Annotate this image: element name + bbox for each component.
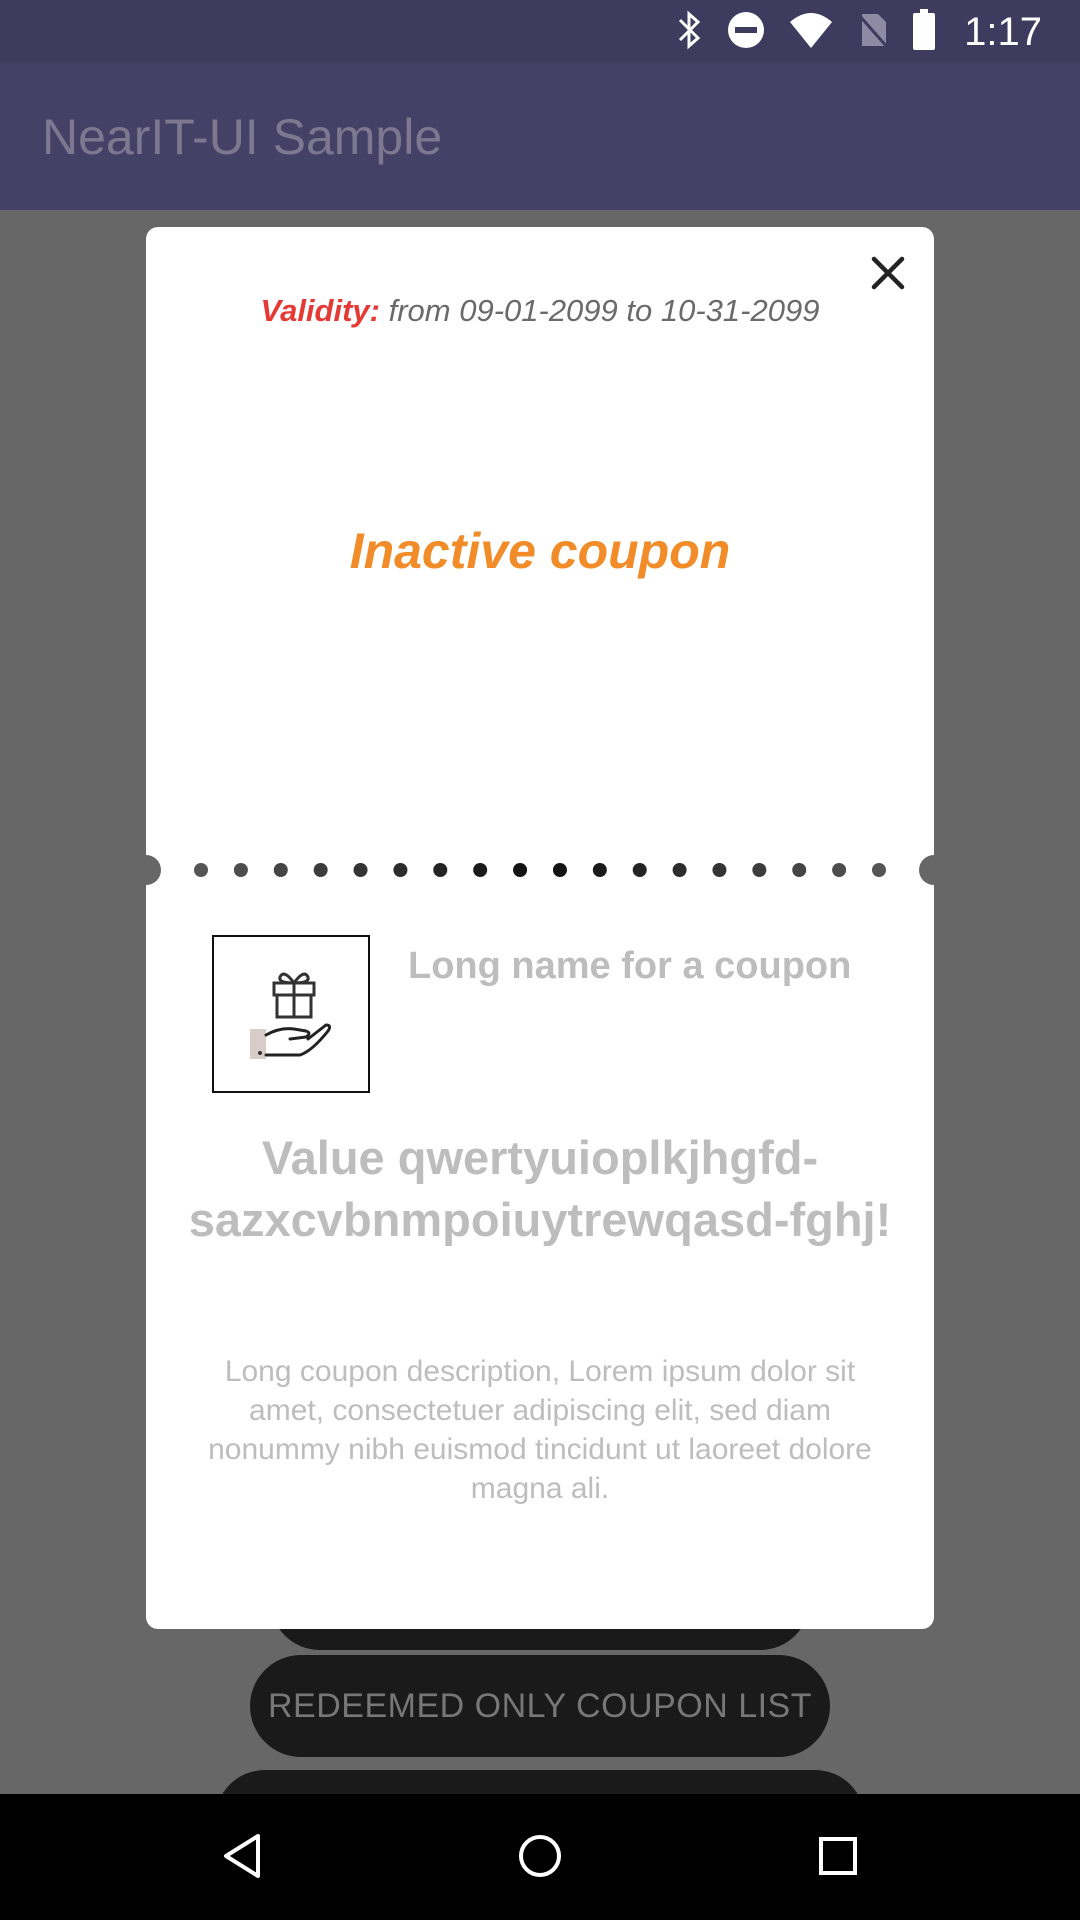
home-icon (519, 1835, 561, 1877)
perforation-dot (592, 863, 607, 877)
do-not-disturb-icon (726, 10, 766, 55)
gift-in-hand-icon (250, 972, 332, 1059)
status-time: 1:17 (964, 9, 1042, 54)
back-icon (224, 1834, 260, 1878)
no-sim-icon (856, 10, 890, 55)
background-button-bottom[interactable] (215, 1770, 865, 1794)
perforation-dot (194, 863, 208, 877)
perforation-dot (273, 863, 288, 877)
perforation-dot (672, 863, 687, 877)
validity-label: Validity: (260, 293, 380, 328)
coupon-icon-box (212, 935, 370, 1093)
coupon-description: Long coupon description, Lorem ipsum dol… (208, 1355, 872, 1505)
recents-button[interactable] (806, 1824, 870, 1888)
bluetooth-icon (676, 10, 704, 55)
perforation-dot (473, 863, 488, 877)
back-button[interactable] (210, 1824, 274, 1888)
perforation-divider (131, 855, 949, 885)
validity-range: from 09-01-2099 to 10-31-2099 (379, 293, 820, 328)
perforation-dot (313, 863, 328, 877)
perforation-dot (433, 863, 448, 877)
status-bar: 1:17 (0, 0, 1080, 63)
app-bar: NearIT-UI Sample (0, 63, 1080, 210)
battery-icon (912, 8, 936, 56)
perforation-dot (752, 863, 767, 877)
perforation-dot (792, 863, 807, 877)
perforation-dot (712, 863, 727, 877)
coupon-value: Value qwertyuioplkjhgfd-sazxcvbnmpoiuytr… (188, 1131, 892, 1246)
wifi-icon (788, 10, 834, 55)
navigation-bar (0, 1794, 1080, 1920)
home-button[interactable] (508, 1824, 572, 1888)
recents-icon (819, 1837, 857, 1875)
perforation-dot (513, 863, 528, 877)
perforation-dot (393, 863, 408, 877)
perforation-dot (872, 863, 886, 877)
coupon-dialog: Validity: from 09-01-2099 to 10-31-2099 … (131, 227, 949, 1629)
coupon-name: Long name for a coupon (408, 945, 852, 987)
validity-text: Validity: from 09-01-2099 to 10-31-2099 (146, 293, 934, 329)
perforation-dots (194, 863, 886, 877)
coupon-status: Inactive coupon (349, 523, 731, 579)
redeemed-coupon-list-button[interactable]: REDEEMED ONLY COUPON LIST (250, 1655, 830, 1757)
right-notch (919, 855, 949, 885)
perforation-dot (552, 863, 567, 877)
status-icons: 1:17 (676, 8, 1042, 56)
perforation-dot (233, 863, 248, 877)
close-button[interactable] (864, 249, 912, 297)
close-icon (871, 256, 905, 290)
perforation-dot (353, 863, 368, 877)
perforation-dot (832, 863, 847, 877)
app-title: NearIT-UI Sample (42, 109, 443, 165)
perforation-dot (632, 863, 647, 877)
